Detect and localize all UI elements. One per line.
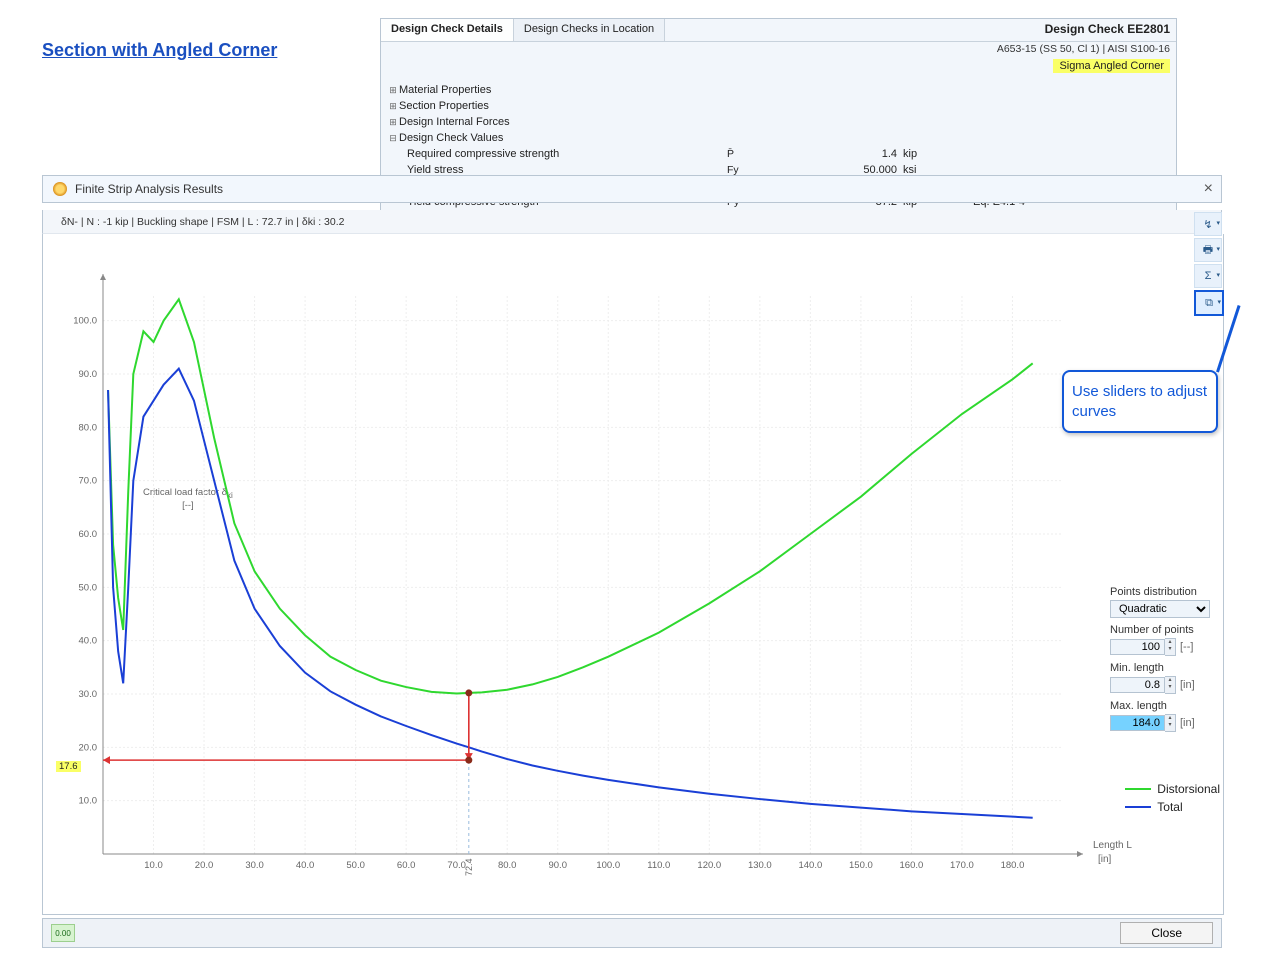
svg-text:120.0: 120.0 [697,860,721,871]
svg-text:110.0: 110.0 [647,860,670,871]
svg-text:90.0: 90.0 [79,369,98,380]
design-check-code: Design Check EE2801 [1045,22,1170,36]
fsa-header-label: Finite Strip Analysis Results [75,182,223,196]
close-button[interactable]: Close [1120,922,1213,944]
svg-text:40.0: 40.0 [296,860,315,871]
svg-text:80.0: 80.0 [498,860,517,871]
tree-group[interactable]: ⊞Design Internal Forces [381,114,1176,130]
tab-design-check-details[interactable]: Design Check Details [381,19,514,41]
bottom-bar: 0.00 Close [42,918,1222,948]
svg-text:160.0: 160.0 [900,860,924,871]
svg-text:Length L: Length L [1093,840,1132,851]
svg-text:20.0: 20.0 [195,860,214,871]
max-length-label: Max. length [1110,700,1220,712]
sliders-callout: Use sliders to adjust curves [1062,370,1218,433]
tree-group[interactable]: ⊟Design Check Values [381,130,1176,146]
close-icon[interactable]: × [1204,180,1213,198]
min-length-spinner[interactable]: ▴▾ [1165,676,1176,694]
chart-area: Critical load factor δki[--] 10.020.030.… [42,234,1224,915]
svg-text:100.0: 100.0 [73,316,97,327]
svg-text:100.0: 100.0 [596,860,620,871]
sliders-tool[interactable]: ⧉▾ [1194,290,1224,316]
min-length-label: Min. length [1110,662,1220,674]
precision-icon[interactable]: 0.00 [51,924,75,942]
svg-text:[in]: [in] [1098,854,1112,865]
axes-tool[interactable]: ↯▾ [1194,212,1222,236]
tree-group[interactable]: ⊞Material Properties [381,82,1176,98]
svg-text:80.0: 80.0 [79,422,98,433]
svg-text:10.0: 10.0 [144,860,163,871]
svg-text:90.0: 90.0 [548,860,567,871]
legend-total: Total [1125,800,1220,814]
svg-text:180.0: 180.0 [1001,860,1025,871]
num-points-spinner[interactable]: ▴▾ [1165,638,1176,656]
min-length-unit: [in] [1180,679,1195,691]
design-standard-meta: A653-15 (SS 50, Cl 1) | AISI S100-16 [997,43,1170,55]
svg-text:140.0: 140.0 [798,860,822,871]
svg-text:30.0: 30.0 [79,689,98,700]
chart-side-toolbar: ↯▾ 🖶▾ Σ▾ ⧉▾ [1194,212,1220,316]
curve-controls: Points distribution Quadratic Number of … [1110,580,1220,732]
tree-row[interactable]: Required compressive strengthP̄1.4kip [381,146,1176,162]
svg-text:50.0: 50.0 [79,582,98,593]
points-distribution-label: Points distribution [1110,586,1220,598]
svg-text:130.0: 130.0 [748,860,772,871]
chart-legend: Distorsional Total [1125,782,1220,818]
svg-text:50.0: 50.0 [346,860,365,871]
max-length-spinner[interactable]: ▴▾ [1165,714,1176,732]
svg-text:30.0: 30.0 [245,860,264,871]
sigma-tool[interactable]: Σ▾ [1194,264,1222,288]
gear-icon [53,182,67,196]
fsa-subheader: δN- | N : -1 kip | Buckling shape | FSM … [42,210,1222,234]
tree-group[interactable]: ⊞Section Properties [381,98,1176,114]
y-marker-17-6: 17.6 [56,761,81,772]
section-title-link[interactable]: Section with Angled Corner [42,40,277,61]
print-tool[interactable]: 🖶▾ [1194,238,1222,262]
num-points-unit: [--] [1180,641,1193,653]
svg-text:10.0: 10.0 [79,796,98,807]
svg-text:72.4: 72.4 [464,858,474,876]
svg-text:70.0: 70.0 [79,476,98,487]
min-length-input[interactable] [1110,677,1165,693]
number-of-points-label: Number of points [1110,624,1220,636]
svg-text:40.0: 40.0 [79,636,98,647]
svg-text:150.0: 150.0 [849,860,873,871]
max-length-input[interactable] [1110,715,1165,731]
number-of-points-input[interactable] [1110,639,1165,655]
svg-text:60.0: 60.0 [79,529,98,540]
svg-text:170.0: 170.0 [950,860,974,871]
fsa-results-header: Finite Strip Analysis Results × [42,175,1222,203]
svg-text:60.0: 60.0 [397,860,416,871]
sigma-angled-corner-badge: Sigma Angled Corner [1053,59,1170,73]
max-length-unit: [in] [1180,717,1195,729]
points-distribution-select[interactable]: Quadratic [1110,600,1210,618]
legend-distorsional: Distorsional [1125,782,1220,796]
buckling-chart: 10.0 20.0 30.0 40.0 50.0 60.0 70.0 80.0 90.0 100.… [43,234,1223,914]
tab-design-checks-in-location[interactable]: Design Checks in Location [514,19,665,41]
svg-text:20.0: 20.0 [79,742,98,753]
